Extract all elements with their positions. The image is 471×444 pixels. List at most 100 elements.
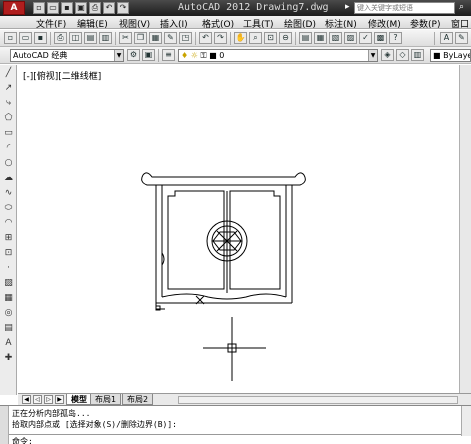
construction-line-icon[interactable]: ↗: [2, 82, 15, 94]
publish-icon[interactable]: ▤: [84, 32, 97, 44]
block-editor-icon[interactable]: ◳: [179, 32, 192, 44]
workspace-settings-icon[interactable]: ⚙: [127, 49, 140, 61]
drawing-canvas[interactable]: [18, 65, 459, 393]
make-current-layer-icon[interactable]: ◈: [381, 49, 394, 61]
new-icon[interactable]: ▫: [33, 2, 45, 14]
menu-tools[interactable]: 工具(T): [243, 17, 274, 30]
layer-select[interactable]: ♦ ☼ ⚿ ■ 0 ▼: [178, 49, 378, 62]
undo-icon[interactable]: ↶: [103, 2, 115, 14]
viewport-controls[interactable]: [-][俯视][二维线框]: [23, 69, 101, 82]
spline-icon[interactable]: ∿: [2, 187, 15, 199]
rectangle-icon[interactable]: ▭: [2, 127, 15, 139]
3d-print-icon[interactable]: ▥: [99, 32, 112, 44]
save-icon[interactable]: ▪: [61, 2, 73, 14]
undo-icon[interactable]: ↶: [199, 32, 212, 44]
command-scrollbar[interactable]: [461, 406, 471, 436]
tab-prev-icon[interactable]: ◁: [33, 395, 42, 404]
make-block-icon[interactable]: ⊡: [2, 247, 15, 259]
layer-previous-icon[interactable]: ◇: [396, 49, 409, 61]
save-file-icon[interactable]: ▪: [34, 32, 47, 44]
color-select[interactable]: ■ ByLayer: [430, 49, 471, 62]
polygon-icon[interactable]: ⬠: [2, 112, 15, 124]
table-icon[interactable]: ▤: [2, 322, 15, 334]
tab-layout2[interactable]: 布局2: [122, 394, 154, 405]
redo-icon[interactable]: ↷: [214, 32, 227, 44]
print-icon[interactable]: ⎙: [89, 2, 101, 14]
cabinet-top-rail: [141, 172, 306, 186]
workspace-select-value: AutoCAD 经典: [13, 51, 68, 60]
help-icon[interactable]: ?: [389, 32, 402, 44]
polyline-icon[interactable]: ⤷: [2, 97, 15, 109]
menu-draw[interactable]: 绘图(D): [284, 17, 316, 30]
workspace-select[interactable]: AutoCAD 经典 ▼: [10, 49, 124, 62]
sheet-set-icon[interactable]: ▨: [344, 32, 357, 44]
design-center-icon[interactable]: ▦: [314, 32, 327, 44]
circle-icon[interactable]: ○: [2, 157, 15, 169]
tab-last-icon[interactable]: ▶: [55, 395, 64, 404]
text-style-manager-icon[interactable]: ✎: [455, 32, 468, 44]
tab-layout1[interactable]: 布局1: [90, 394, 122, 405]
zoom-realtime-icon[interactable]: ⌕: [249, 32, 262, 44]
multiline-text-icon[interactable]: A: [2, 337, 15, 349]
menu-parametric[interactable]: 参数(P): [410, 17, 440, 30]
quickcalc-icon[interactable]: ▩: [374, 32, 387, 44]
workspace-layers-toolbar: AutoCAD 经典 ▼ ⚙ ▣ ≡ ♦ ☼ ⚿ ■ 0 ▼ ◈ ◇ ▥ ■ B…: [0, 47, 471, 64]
properties-icon[interactable]: ▤: [299, 32, 312, 44]
menu-format[interactable]: 格式(O): [202, 17, 234, 30]
application-menu-button[interactable]: A: [3, 1, 25, 15]
hatch-icon[interactable]: ▨: [2, 277, 15, 289]
layer-state-icon[interactable]: ▥: [411, 49, 424, 61]
redo-icon[interactable]: ↷: [117, 2, 129, 14]
vertical-scrollbar[interactable]: [459, 65, 471, 395]
command-window-grip[interactable]: [0, 406, 9, 444]
ellipse-arc-icon[interactable]: ◠: [2, 217, 15, 229]
menu-bar: 文件(F) 编辑(E) 视图(V) 插入(I) 格式(O) 工具(T) 绘图(D…: [0, 16, 471, 30]
zoom-window-icon[interactable]: ⊡: [264, 32, 277, 44]
region-icon[interactable]: ◎: [2, 307, 15, 319]
arc-icon[interactable]: ◜: [2, 142, 15, 154]
new-file-icon[interactable]: ▫: [4, 32, 17, 44]
layer-select-value: 0: [219, 51, 225, 60]
ellipse-icon[interactable]: ⬭: [2, 202, 15, 214]
menu-view[interactable]: 视图(V): [119, 17, 150, 30]
menu-edit[interactable]: 编辑(E): [77, 17, 108, 30]
save-as-icon[interactable]: ▣: [75, 2, 87, 14]
layer-properties-icon[interactable]: ≡: [162, 49, 175, 61]
point-icon[interactable]: ·: [2, 262, 15, 274]
search-icon[interactable]: ⌕: [459, 2, 464, 12]
horizontal-scrollbar[interactable]: [178, 396, 458, 404]
insert-block-icon[interactable]: ⊞: [2, 232, 15, 244]
open-icon[interactable]: ▭: [47, 2, 59, 14]
markup-icon[interactable]: ✓: [359, 32, 372, 44]
open-file-icon[interactable]: ▭: [19, 32, 32, 44]
add-selected-icon[interactable]: ✚: [2, 352, 15, 364]
chevron-down-icon: ▼: [368, 50, 377, 61]
workspace-icon[interactable]: ▣: [142, 49, 155, 61]
tab-next-icon[interactable]: ▷: [44, 395, 53, 404]
plot-icon[interactable]: ⎙: [54, 32, 67, 44]
zoom-previous-icon[interactable]: ⊖: [279, 32, 292, 44]
help-search-input[interactable]: 键入关键字或短语: [354, 2, 455, 14]
menu-insert[interactable]: 插入(I): [160, 17, 188, 30]
lightbulb-icon: ♦: [181, 51, 189, 60]
text-style-icon[interactable]: A: [440, 32, 453, 44]
pan-icon[interactable]: ✋: [234, 32, 247, 44]
menu-dimension[interactable]: 标注(N): [325, 17, 357, 30]
tab-model[interactable]: 模型: [66, 394, 92, 405]
command-input[interactable]: 命令:: [9, 434, 461, 444]
line-icon[interactable]: ╱: [2, 67, 15, 79]
menu-window[interactable]: 窗口: [451, 17, 469, 30]
tab-first-icon[interactable]: ◀: [22, 395, 31, 404]
toolbar-separator: [434, 32, 435, 45]
revision-cloud-icon[interactable]: ☁: [2, 172, 15, 184]
cabinet-apron: [161, 293, 287, 300]
cut-icon[interactable]: ✂: [119, 32, 132, 44]
paste-icon[interactable]: ▦: [149, 32, 162, 44]
copy-icon[interactable]: ❐: [134, 32, 147, 44]
tool-palettes-icon[interactable]: ▧: [329, 32, 342, 44]
plot-preview-icon[interactable]: ◫: [69, 32, 82, 44]
match-properties-icon[interactable]: ✎: [164, 32, 177, 44]
menu-modify[interactable]: 修改(M): [368, 17, 401, 30]
gradient-icon[interactable]: ▦: [2, 292, 15, 304]
menu-file[interactable]: 文件(F): [36, 17, 66, 30]
